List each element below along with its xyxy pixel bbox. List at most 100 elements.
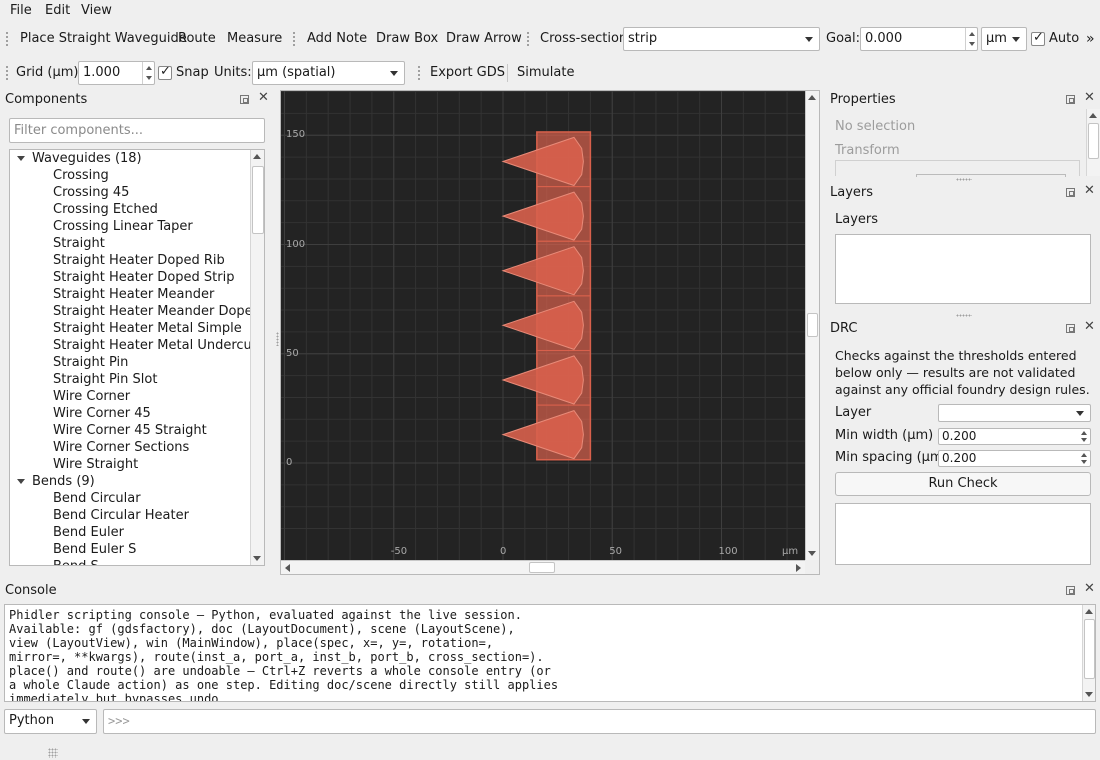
tree-item[interactable]: Bend Euler S bbox=[53, 541, 136, 558]
tree-item[interactable]: Wire Corner 45 Straight bbox=[53, 422, 207, 439]
scroll-thumb[interactable] bbox=[1084, 619, 1095, 679]
component-tree[interactable]: Waveguides (18) Crossing Crossing 45 Crossi… bbox=[9, 149, 265, 566]
scroll-down-icon[interactable] bbox=[808, 551, 816, 556]
simulate-button[interactable]: Simulate bbox=[513, 58, 578, 88]
export-gds-button[interactable]: Export GDS bbox=[426, 58, 509, 88]
float-icon[interactable] bbox=[1066, 324, 1075, 333]
goal-unit-select[interactable]: µm bbox=[981, 27, 1027, 51]
toolbar-grip[interactable] bbox=[5, 31, 9, 47]
toolbar-grip[interactable] bbox=[526, 31, 530, 47]
tree-category[interactable]: Waveguides (18) bbox=[32, 150, 142, 167]
scroll-up-icon[interactable] bbox=[1089, 113, 1097, 118]
scroll-right-icon[interactable] bbox=[796, 564, 801, 572]
layers-list[interactable] bbox=[835, 234, 1091, 304]
chevron-down-icon[interactable] bbox=[17, 156, 25, 161]
tree-item[interactable]: Straight Pin Slot bbox=[53, 371, 157, 388]
tree-item[interactable]: Straight bbox=[53, 235, 105, 252]
console-output[interactable]: Phidler scripting console — Python, eval… bbox=[4, 604, 1096, 702]
float-icon[interactable] bbox=[1066, 95, 1075, 104]
chevron-down-icon[interactable] bbox=[17, 479, 25, 484]
tree-item[interactable]: Bend Circular bbox=[53, 490, 141, 507]
tree-item[interactable]: Straight Heater Metal Undercut bbox=[53, 337, 257, 354]
console-input[interactable]: >>> bbox=[103, 709, 1096, 734]
scroll-thumb[interactable] bbox=[529, 562, 555, 573]
toolbar-grip[interactable] bbox=[292, 31, 296, 47]
layout-canvas[interactable]: 150 100 50 0 -50 0 50 100 µm bbox=[281, 91, 805, 560]
tree-category[interactable]: Bends (9) bbox=[32, 473, 95, 490]
toolbar-overflow-icon[interactable]: » bbox=[1082, 24, 1099, 54]
component-filter-input[interactable]: Filter components... bbox=[9, 118, 265, 143]
measure-button[interactable]: Measure bbox=[223, 24, 286, 54]
close-icon[interactable]: ✕ bbox=[1084, 91, 1095, 105]
float-icon[interactable] bbox=[1066, 586, 1075, 595]
scroll-up-icon[interactable] bbox=[1085, 609, 1093, 614]
menu-view[interactable]: View bbox=[81, 3, 112, 18]
snap-checkbox[interactable] bbox=[158, 64, 172, 80]
scroll-thumb[interactable] bbox=[1088, 123, 1099, 159]
tree-item[interactable]: Wire Corner bbox=[53, 388, 130, 405]
tree-item[interactable]: Straight Heater Doped Rib bbox=[53, 252, 225, 269]
add-note-button[interactable]: Add Note bbox=[303, 24, 371, 54]
tree-item[interactable]: Wire Corner Sections bbox=[53, 439, 189, 456]
scroll-down-icon[interactable] bbox=[1085, 692, 1093, 697]
menu-edit[interactable]: Edit bbox=[45, 3, 70, 18]
canvas-vscrollbar[interactable] bbox=[805, 91, 819, 560]
place-straight-waveguide-button[interactable]: Place Straight Waveguide bbox=[16, 24, 191, 54]
close-icon[interactable]: ✕ bbox=[1084, 184, 1095, 198]
tree-item[interactable]: Straight Heater Meander Doped bbox=[53, 303, 261, 320]
menu-file[interactable]: File bbox=[10, 3, 32, 18]
scroll-thumb[interactable] bbox=[807, 313, 818, 337]
draw-box-button[interactable]: Draw Box bbox=[372, 24, 442, 54]
right-splitter[interactable] bbox=[956, 178, 972, 181]
left-splitter[interactable] bbox=[276, 332, 279, 346]
min-spacing-input[interactable]: 0.200 bbox=[938, 450, 1091, 467]
grid-input[interactable]: 1.000 bbox=[78, 61, 155, 85]
float-icon[interactable] bbox=[240, 95, 249, 104]
toolbar-grip[interactable] bbox=[5, 65, 9, 81]
cross-section-select[interactable]: strip bbox=[623, 27, 820, 51]
tree-item[interactable]: Crossing Linear Taper bbox=[53, 218, 193, 235]
tree-item[interactable]: Bend S bbox=[53, 558, 99, 565]
tree-scrollbar[interactable] bbox=[250, 150, 264, 565]
tree-item[interactable]: Straight Heater Doped Strip bbox=[53, 269, 234, 286]
transform-slider[interactable] bbox=[916, 174, 1066, 177]
draw-arrow-button[interactable]: Draw Arrow bbox=[442, 24, 526, 54]
spin-arrows-icon[interactable] bbox=[1078, 451, 1090, 466]
auto-checkbox[interactable] bbox=[1031, 30, 1045, 46]
right-splitter[interactable] bbox=[956, 314, 972, 317]
size-grip[interactable] bbox=[48, 748, 58, 758]
canvas-hscrollbar[interactable] bbox=[281, 560, 805, 574]
console-scrollbar[interactable] bbox=[1082, 605, 1095, 701]
tree-item[interactable]: Wire Straight bbox=[53, 456, 138, 473]
layout-svg[interactable] bbox=[281, 91, 805, 560]
min-width-input[interactable]: 0.200 bbox=[938, 428, 1091, 445]
run-check-button[interactable]: Run Check bbox=[835, 472, 1091, 496]
close-icon[interactable]: ✕ bbox=[1084, 320, 1095, 334]
scroll-up-icon[interactable] bbox=[808, 95, 816, 100]
close-icon[interactable]: ✕ bbox=[1084, 582, 1095, 596]
drc-results[interactable] bbox=[835, 503, 1091, 565]
tree-item[interactable]: Bend Circular Heater bbox=[53, 507, 189, 524]
scroll-left-icon[interactable] bbox=[285, 564, 290, 572]
scroll-thumb[interactable] bbox=[252, 166, 264, 234]
goal-input[interactable]: 0.000 bbox=[860, 27, 978, 51]
tree-item[interactable]: Wire Corner 45 bbox=[53, 405, 151, 422]
tree-item[interactable]: Straight Heater Metal Simple bbox=[53, 320, 242, 337]
properties-scrollbar[interactable] bbox=[1086, 109, 1100, 176]
scroll-down-icon[interactable] bbox=[253, 556, 261, 561]
scroll-up-icon[interactable] bbox=[253, 154, 261, 159]
toolbar-grip[interactable] bbox=[417, 65, 421, 81]
float-icon[interactable] bbox=[1066, 188, 1075, 197]
spin-arrows-icon[interactable] bbox=[142, 62, 154, 84]
units-select[interactable]: µm (spatial) bbox=[252, 61, 405, 85]
tree-item[interactable]: Bend Euler bbox=[53, 524, 124, 541]
drc-layer-select[interactable] bbox=[938, 404, 1091, 422]
tree-item[interactable]: Crossing bbox=[53, 167, 109, 184]
tree-item[interactable]: Straight Pin bbox=[53, 354, 128, 371]
close-icon[interactable]: ✕ bbox=[258, 91, 269, 105]
tree-item[interactable]: Straight Heater Meander bbox=[53, 286, 214, 303]
console-language-select[interactable]: Python bbox=[4, 709, 97, 734]
route-button[interactable]: Route bbox=[174, 24, 220, 54]
tree-item[interactable]: Crossing 45 bbox=[53, 184, 129, 201]
spin-arrows-icon[interactable] bbox=[965, 28, 977, 50]
